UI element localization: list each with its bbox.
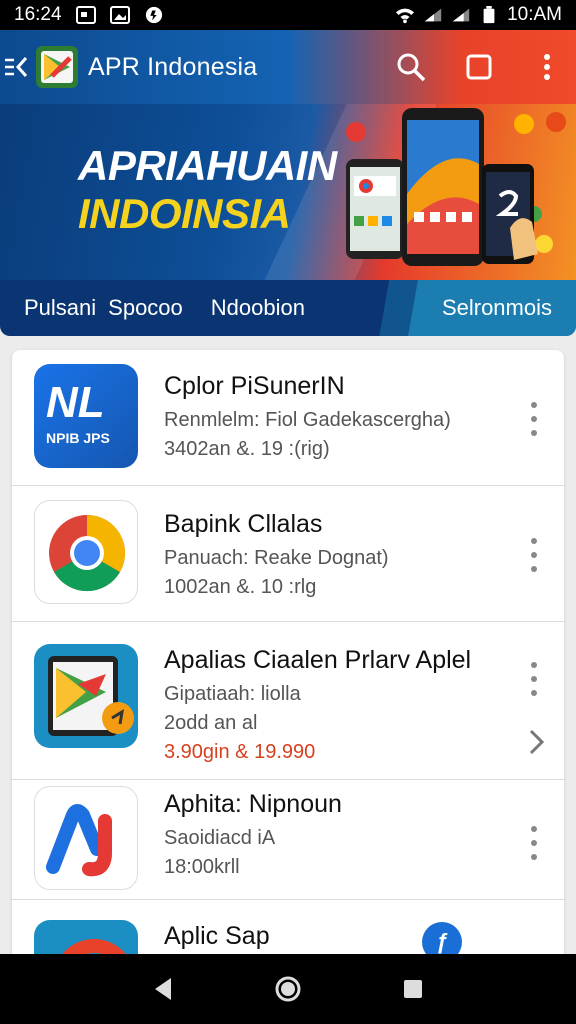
phones-illustration [346,108,566,266]
app-logo-icon [36,46,78,88]
app-meta: 1002an &. 10 :rlg [164,576,317,598]
gallery-icon [75,6,96,24]
tab-category-4[interactable]: Selronmois [442,295,552,321]
signal-icon [424,8,442,22]
app-text: Bapink Cllalas Panuach: Reake Dognat) 10… [164,510,508,599]
tab-category-2[interactable]: Spocoo [108,295,183,321]
list-item[interactable]: NL NPIB JPS Cplor PiSunerIN Renmlelm: Fi… [12,350,564,486]
category-bar: Pulsani Spocoo Ndoobion Selronmois [0,280,576,336]
status-clock: 10:AM [507,4,562,25]
photo-icon [109,6,130,24]
square-icon[interactable] [462,50,496,84]
banner-headline-2: INDOINSIA [78,190,291,237]
search-icon[interactable] [394,50,428,84]
recents-square-icon[interactable] [393,969,433,1009]
app-title: Apalias Ciaalen Prlarv Aplel [164,646,472,674]
app-price: 3.90gin & 19.990 [164,741,316,763]
tab-category-1[interactable]: Pulsani [24,295,96,321]
tablet-play-icon [34,644,138,748]
icon-subtext: NPIB JPS [46,430,110,446]
app-text: Aphita: Nipnoun Saoidiacd iA 18:00krll [164,790,508,879]
chrome-icon [34,500,138,604]
app-subtitle: Panuach: Reake Dognat) [164,547,389,569]
phone-screen: { "status_bar": { "time": "16:24", "cloc… [0,0,576,1024]
promo-banner[interactable]: APRIAHUAIN INDOINSIA [0,104,576,280]
menu-back-icon[interactable] [4,54,34,80]
list-item[interactable]: Bapink Cllalas Panuach: Reake Dognat) 10… [12,486,564,622]
app-meta: 2odd an al [164,712,258,734]
app-title: Bapink Cllalas [164,510,323,538]
app-text: Cplor PiSunerIN Renmlelm: Fiol Gadekasce… [164,372,508,461]
chevron-right-icon[interactable] [522,727,550,757]
system-nav-bar [0,954,576,1024]
app-text: Apalias Ciaalen Prlarv Aplel Gipatiaah: … [164,646,508,764]
status-time: 16:24 [14,4,62,25]
nl-app-icon: NL NPIB JPS [34,364,138,468]
back-triangle-icon[interactable] [143,969,183,1009]
app-meta: 18:00krll [164,856,240,878]
more-vert-icon[interactable] [530,50,564,84]
more-vert-icon[interactable] [522,402,546,436]
more-vert-icon[interactable] [522,826,546,860]
app-meta: 3402an &. 19 :(rig) [164,438,330,460]
aj-logo-icon [34,786,138,890]
icon-text-nl: NL [46,378,105,427]
home-circle-icon[interactable] [268,969,308,1009]
more-vert-icon[interactable] [522,662,546,696]
app-subtitle: Saoidiacd iA [164,827,276,849]
app-list: NL NPIB JPS Cplor PiSunerIN Renmlelm: Fi… [12,350,564,970]
banner-headline-1: APRIAHUAIN [78,142,337,189]
wifi-icon [395,8,415,24]
app-bar: APR Indonesia [0,30,576,104]
signal-icon [452,8,470,22]
tab-category-3[interactable]: Ndoobion [211,295,305,321]
more-vert-icon[interactable] [522,538,546,572]
app-subtitle: Renmlelm: Fiol Gadekascergha) [164,409,451,431]
app-title: Cplor PiSunerIN [164,372,345,400]
list-item[interactable]: Apalias Ciaalen Prlarv Aplel Gipatiaah: … [12,622,564,780]
battery-icon [483,6,495,24]
app-subtitle: Gipatiaah: liolla [164,683,301,705]
list-item[interactable]: Aphita: Nipnoun Saoidiacd iA 18:00krll [12,780,564,900]
settings-circle-icon [145,6,162,24]
app-title: Aphita: Nipnoun [164,790,342,818]
status-bar: 16:24 10:AM [0,0,576,30]
app-title: APR Indonesia [88,52,258,81]
